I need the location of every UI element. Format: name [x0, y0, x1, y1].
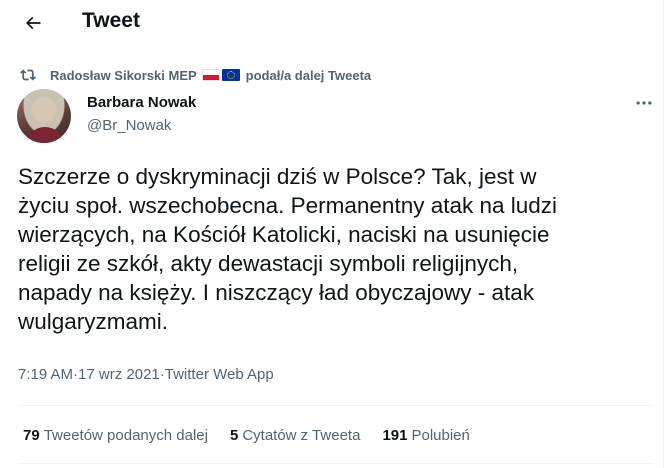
quotes-stat[interactable]: 5 Cytatów z Tweeta: [230, 427, 360, 444]
poland-flag-icon: [201, 69, 220, 81]
page-title: Tweet: [82, 9, 140, 32]
back-button[interactable]: [14, 6, 52, 40]
tweet-meta: 7:19 AM · 17 wrz 2021 · Twitter Web App: [18, 366, 274, 383]
tweet-date[interactable]: 17 wrz 2021: [78, 366, 160, 383]
more-dots-icon: [636, 101, 652, 105]
author-avatar[interactable]: [17, 89, 71, 143]
likes-count: 191: [382, 427, 408, 444]
tweet-source[interactable]: Twitter Web App: [165, 366, 274, 383]
retweet-context: Radosław Sikorski MEP podał/a dalej Twee…: [20, 66, 371, 84]
divider: [18, 405, 654, 406]
author-handle[interactable]: @Br_Nowak: [87, 117, 171, 134]
likes-stat[interactable]: 191 Polubień: [382, 427, 469, 444]
column-border: [663, 0, 664, 468]
tweet-text: Szczerze o dyskryminacji dziś w Polsce? …: [18, 164, 558, 334]
tweet-header: Tweet: [0, 0, 665, 48]
quotes-count: 5: [229, 427, 239, 444]
retweet-suffix: podał/a dalej Tweeta: [245, 67, 372, 83]
retweeter-name[interactable]: Radosław Sikorski MEP: [50, 68, 197, 83]
arrow-left-icon: [25, 16, 41, 30]
more-options-button[interactable]: [632, 94, 656, 112]
eu-flag-icon: [221, 69, 240, 81]
retweets-stat[interactable]: 79 Tweetów podanych dalej: [23, 427, 208, 444]
quotes-label: Cytatów z Tweeta: [242, 427, 361, 444]
tweet-time[interactable]: 7:19 AM: [18, 366, 73, 383]
retweet-icon: [20, 69, 36, 81]
tweet-stats: 79 Tweetów podanych dalej 5 Cytatów z Twee…: [23, 427, 492, 444]
author-name[interactable]: Barbara Nowak: [87, 94, 196, 111]
divider: [18, 463, 654, 464]
retweets-label: Tweetów podanych dalej: [43, 427, 208, 444]
likes-label: Polubień: [411, 427, 470, 444]
retweets-count: 79: [23, 427, 40, 444]
